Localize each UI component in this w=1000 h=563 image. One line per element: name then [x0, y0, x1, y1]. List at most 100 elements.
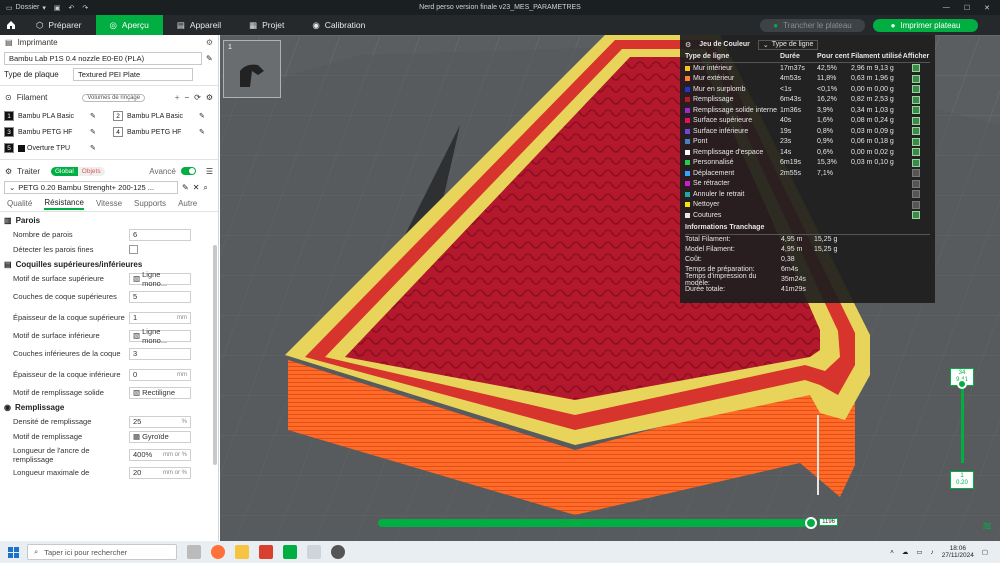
- file-explorer-icon[interactable]: [235, 545, 249, 559]
- edit-icon[interactable]: ✎: [90, 144, 96, 152]
- 3d-viewport[interactable]: 1 ⚙ Jeu de Couleur ⌄ Type de ligne Type d…: [220, 35, 1000, 541]
- sidebar-scrollbar[interactable]: [213, 245, 217, 465]
- show-checkbox[interactable]: [912, 137, 920, 146]
- maximize-icon[interactable]: ☐: [964, 4, 970, 12]
- filament-slot-2[interactable]: 2 Bambu PLA Basic ✎: [109, 108, 218, 124]
- home-icon[interactable]: [0, 20, 22, 30]
- edit-icon[interactable]: ✎: [90, 112, 96, 120]
- windows-start-icon[interactable]: [8, 546, 19, 558]
- bottom-pattern-select[interactable]: ▧ Ligne mono...: [129, 327, 191, 345]
- filament-slot-5[interactable]: 5 Overture TPU ✎: [0, 140, 109, 156]
- bottom-layers-input[interactable]: 3: [129, 347, 191, 360]
- show-checkbox[interactable]: [912, 95, 920, 104]
- search-icon[interactable]: ⌕: [203, 183, 207, 193]
- add-icon[interactable]: +: [175, 93, 180, 102]
- top-pattern-select[interactable]: ▧ Ligne mono...: [129, 270, 191, 288]
- filament-slot-1[interactable]: 1 Bambu PLA Basic ✎: [0, 108, 109, 124]
- show-checkbox[interactable]: [912, 169, 920, 178]
- network-icon[interactable]: ▭: [916, 548, 922, 556]
- layer-top-handle[interactable]: [957, 379, 967, 389]
- settings-icon[interactable]: [331, 545, 345, 559]
- office-icon[interactable]: [259, 545, 273, 559]
- infill-density-input[interactable]: 25%: [129, 415, 191, 428]
- redo-icon[interactable]: ↷: [82, 4, 88, 12]
- thin-walls-checkbox[interactable]: [129, 245, 138, 254]
- tab-supports[interactable]: Supports: [134, 199, 166, 208]
- gear-icon[interactable]: ⚙: [206, 38, 213, 47]
- edit-icon[interactable]: ✎: [199, 128, 205, 136]
- tab-calibration[interactable]: ◉ Calibration: [298, 15, 379, 35]
- menu-dropdown[interactable]: ▭ Dossier ▾: [6, 4, 46, 12]
- undo-icon[interactable]: ↶: [69, 4, 75, 12]
- show-checkbox[interactable]: [912, 85, 920, 94]
- remove-icon[interactable]: −: [184, 93, 189, 102]
- show-checkbox[interactable]: [912, 179, 920, 188]
- task-view-icon[interactable]: [187, 545, 201, 559]
- show-checkbox[interactable]: [912, 116, 920, 125]
- layer-slider[interactable]: 349.41 10.20: [950, 368, 974, 489]
- show-checkbox[interactable]: [912, 158, 920, 167]
- chevron-up-icon[interactable]: ˄: [890, 549, 894, 556]
- edit-icon[interactable]: ✎: [182, 183, 189, 192]
- firefox-icon[interactable]: [211, 545, 225, 559]
- tab-apercu[interactable]: ◎ Aperçu: [95, 15, 163, 35]
- minimize-icon[interactable]: —: [943, 4, 950, 12]
- show-checkbox[interactable]: [912, 106, 920, 115]
- anchor-length-input[interactable]: 400% mm or %: [129, 448, 191, 461]
- show-checkbox[interactable]: [912, 200, 920, 209]
- legend-color-swatch: [685, 76, 690, 82]
- global-toggle[interactable]: Global Objets: [51, 166, 105, 176]
- show-checkbox[interactable]: [912, 211, 920, 220]
- close-icon[interactable]: ✕: [984, 4, 990, 12]
- notification-icon[interactable]: ▢: [982, 548, 988, 556]
- edit-icon[interactable]: ✎: [90, 128, 96, 136]
- walls-count-input[interactable]: 6: [129, 228, 191, 241]
- move-slider[interactable]: 1196: [378, 517, 838, 529]
- clock[interactable]: 18:06 27/11/2024: [942, 545, 974, 559]
- solid-pattern-select[interactable]: ▧ Rectiligne: [129, 386, 191, 399]
- tab-preparer[interactable]: ⬡ Préparer: [22, 15, 96, 35]
- filament-slot-4[interactable]: 4 Bambu PETG HF ✎: [109, 124, 218, 140]
- infill-pattern-select[interactable]: ▦ Gyroïde: [129, 430, 191, 443]
- tab-resistance[interactable]: Résistance: [44, 198, 84, 210]
- gear-icon[interactable]: ⚙: [206, 93, 213, 102]
- tab-projet[interactable]: ▦ Projet: [235, 15, 298, 35]
- app-icon[interactable]: [307, 545, 321, 559]
- cloud-icon[interactable]: ☁: [902, 548, 909, 556]
- show-checkbox[interactable]: [912, 148, 920, 157]
- top-thickness-input[interactable]: 1 mm: [129, 311, 191, 324]
- filament-slot-3[interactable]: 3 Bambu PETG HF ✎: [0, 124, 109, 140]
- edit-icon[interactable]: ✎: [199, 112, 205, 120]
- print-plate-button[interactable]: ● Imprimer plateau: [873, 18, 978, 32]
- bottom-thickness-input[interactable]: 0 mm: [129, 368, 191, 381]
- sync-icon[interactable]: ⟳: [194, 93, 201, 102]
- edit-icon[interactable]: ✎: [206, 54, 213, 63]
- plate-type-select[interactable]: Textured PEI Plate: [73, 67, 193, 81]
- tab-qualite[interactable]: Qualité: [7, 199, 32, 208]
- color-scheme-select[interactable]: ⌄ Type de ligne: [757, 39, 819, 50]
- taskbar-search[interactable]: ⌕ Taper ici pour rechercher: [27, 544, 177, 560]
- close-icon[interactable]: ✕: [193, 183, 200, 192]
- process-preset-select[interactable]: ⌄ PETG 0.20 Bambu Strenght+ 200-125 ...: [4, 181, 178, 194]
- layer-slider-track[interactable]: [961, 383, 964, 463]
- show-checkbox[interactable]: [912, 64, 920, 73]
- bambu-studio-icon[interactable]: [283, 545, 297, 559]
- layers-icon[interactable]: ≋: [982, 519, 992, 533]
- show-checkbox[interactable]: [912, 74, 920, 83]
- advanced-toggle[interactable]: [180, 167, 196, 175]
- top-layers-input[interactable]: 5: [129, 290, 191, 303]
- anchor-max-input[interactable]: 20 mm or %: [129, 466, 191, 479]
- tab-autre[interactable]: Autre: [178, 199, 197, 208]
- volume-icon[interactable]: ♪: [931, 549, 934, 556]
- list-icon[interactable]: ☰: [206, 167, 213, 176]
- plate-thumbnail[interactable]: 1: [223, 40, 281, 98]
- flush-volumes-button[interactable]: Volumes de rinçage: [82, 93, 146, 102]
- save-icon[interactable]: ▣: [54, 4, 61, 12]
- show-checkbox[interactable]: [912, 127, 920, 136]
- tab-appareil[interactable]: ▤ Appareil: [163, 15, 235, 35]
- slice-plate-button[interactable]: ● Trancher le plateau: [760, 18, 865, 32]
- printer-select[interactable]: Bambu Lab P1S 0.4 nozzle E0-E0 (PLA): [4, 51, 202, 65]
- move-slider-handle[interactable]: [805, 517, 817, 529]
- show-checkbox[interactable]: [912, 190, 920, 199]
- tab-vitesse[interactable]: Vitesse: [96, 199, 122, 208]
